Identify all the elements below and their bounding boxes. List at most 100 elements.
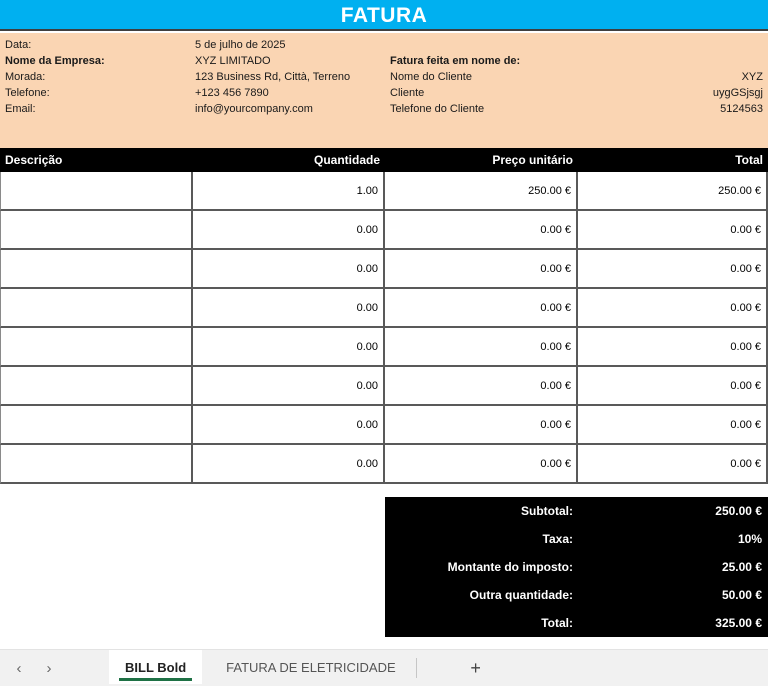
cell-total[interactable]: 0.00 €: [578, 406, 768, 445]
summary-row-subtotal: Subtotal: 250.00 €: [385, 497, 768, 525]
client-name-label: Nome do Cliente: [390, 71, 472, 83]
cell-total[interactable]: 0.00 €: [578, 289, 768, 328]
table-row: 0.00 0.00 € 0.00 €: [0, 445, 768, 484]
client-phone-label: Telefone do Cliente: [390, 103, 485, 115]
client-phone-value[interactable]: 5124563: [720, 101, 763, 117]
company-name-label: Nome da Empresa:: [5, 55, 105, 67]
cell-quantidade[interactable]: 0.00: [193, 406, 385, 445]
header-quantidade: Quantidade: [313, 153, 380, 167]
company-row-date: Data: 5 de julho de 2025: [5, 37, 385, 53]
client-row-name: Nome do Cliente XYZ: [390, 69, 763, 85]
cell-total[interactable]: 250.00 €: [578, 172, 768, 211]
date-value[interactable]: 5 de julho de 2025: [195, 37, 286, 53]
summary-row-tax-rate: Taxa: 10%: [385, 525, 768, 553]
company-info-block: Data: 5 de julho de 2025 Nome da Empresa…: [5, 37, 385, 117]
other-amount-label: Outra quantidade:: [469, 588, 573, 602]
sheet-tab-bar: ‹ › BILL Bold FATURA DE ELETRICIDADE +: [0, 649, 768, 686]
cell-quantidade[interactable]: 0.00: [193, 367, 385, 406]
subtotal-value[interactable]: 250.00 €: [578, 504, 768, 518]
cell-total[interactable]: 0.00 €: [578, 250, 768, 289]
invoice-title-band: FATURA: [0, 0, 768, 31]
cell-descricao[interactable]: [0, 250, 193, 289]
address-value[interactable]: 123 Business Rd, Città, Terreno: [195, 69, 350, 85]
client-value[interactable]: uygGSjsgj: [713, 85, 763, 101]
cell-preco-unitario[interactable]: 0.00 €: [385, 406, 578, 445]
header-descricao: Descrição: [5, 153, 63, 167]
company-row-phone: Telefone: +123 456 7890: [5, 85, 385, 101]
cell-preco-unitario[interactable]: 0.00 €: [385, 211, 578, 250]
client-info-block: Fatura feita em nome de: Nome do Cliente…: [390, 53, 763, 117]
client-row-phone: Telefone do Cliente 5124563: [390, 101, 763, 117]
cell-descricao[interactable]: [0, 445, 193, 484]
cell-descricao[interactable]: [0, 367, 193, 406]
phone-label: Telefone:: [5, 87, 50, 99]
add-sheet-button[interactable]: +: [459, 653, 493, 683]
invoice-title: FATURA: [340, 3, 428, 27]
cell-preco-unitario[interactable]: 0.00 €: [385, 367, 578, 406]
invoice-info-section: Data: 5 de julho de 2025 Nome da Empresa…: [0, 33, 768, 148]
cell-descricao[interactable]: [0, 211, 193, 250]
email-value[interactable]: info@yourcompany.com: [195, 101, 313, 117]
cell-preco-unitario[interactable]: 0.00 €: [385, 289, 578, 328]
client-label: Cliente: [390, 87, 425, 99]
table-row: 1.00 250.00 € 250.00 €: [0, 172, 768, 211]
phone-value[interactable]: +123 456 7890: [195, 85, 269, 101]
totals-summary-box: Subtotal: 250.00 € Taxa: 10% Montante do…: [385, 497, 768, 637]
company-name-value[interactable]: XYZ LIMITADO: [195, 53, 271, 69]
cell-preco-unitario[interactable]: 0.00 €: [385, 445, 578, 484]
tab-divider: [415, 658, 417, 678]
line-items-table: 1.00 250.00 € 250.00 € 0.00 0.00 € 0.00 …: [0, 172, 768, 484]
company-row-email: Email: info@yourcompany.com: [5, 101, 385, 117]
company-row-name: Nome da Empresa: XYZ LIMITADO: [5, 53, 385, 69]
prev-sheet-arrow-icon[interactable]: ‹: [4, 650, 34, 686]
next-sheet-arrow-icon[interactable]: ›: [34, 650, 64, 686]
cell-descricao[interactable]: [0, 289, 193, 328]
grand-total-label: Total:: [541, 616, 573, 630]
line-items-header: Descrição Quantidade Preço unitário Tota…: [0, 148, 768, 172]
cell-descricao[interactable]: [0, 328, 193, 367]
address-label: Morada:: [5, 71, 46, 83]
company-row-address: Morada: 123 Business Rd, Città, Terreno: [5, 69, 385, 85]
cell-descricao[interactable]: [0, 172, 193, 211]
cell-total[interactable]: 0.00 €: [578, 328, 768, 367]
tax-amount-label: Montante do imposto:: [447, 560, 573, 574]
summary-row-tax-amount: Montante do imposto: 25.00 €: [385, 553, 768, 581]
cell-preco-unitario[interactable]: 0.00 €: [385, 250, 578, 289]
cell-preco-unitario[interactable]: 250.00 €: [385, 172, 578, 211]
table-row: 0.00 0.00 € 0.00 €: [0, 406, 768, 445]
subtotal-label: Subtotal:: [521, 504, 573, 518]
table-row: 0.00 0.00 € 0.00 €: [0, 250, 768, 289]
invoice-sheet: FATURA Data: 5 de julho de 2025 Nome da …: [0, 0, 768, 686]
cell-quantidade[interactable]: 1.00: [193, 172, 385, 211]
client-row-client: Cliente uygGSjsgj: [390, 85, 763, 101]
cell-total[interactable]: 0.00 €: [578, 367, 768, 406]
header-preco-unitario: Preço unitário: [492, 153, 573, 167]
cell-quantidade[interactable]: 0.00: [193, 250, 385, 289]
billed-to-heading: Fatura feita em nome de:: [390, 55, 521, 67]
cell-descricao[interactable]: [0, 406, 193, 445]
client-name-value[interactable]: XYZ: [742, 69, 763, 85]
sheet-tab-fatura-de-eletricidade[interactable]: FATURA DE ELETRICIDADE: [210, 650, 412, 684]
cell-quantidade[interactable]: 0.00: [193, 289, 385, 328]
table-row: 0.00 0.00 € 0.00 €: [0, 211, 768, 250]
summary-row-total: Total: 325.00 €: [385, 609, 768, 637]
grand-total-value[interactable]: 325.00 €: [578, 616, 768, 630]
tax-rate-label: Taxa:: [542, 532, 573, 546]
tax-rate-value[interactable]: 10%: [578, 532, 768, 546]
table-row: 0.00 0.00 € 0.00 €: [0, 367, 768, 406]
cell-total[interactable]: 0.00 €: [578, 445, 768, 484]
sheet-tab-bill-bold[interactable]: BILL Bold: [109, 650, 203, 684]
tax-amount-value[interactable]: 25.00 €: [578, 560, 768, 574]
table-row: 0.00 0.00 € 0.00 €: [0, 328, 768, 367]
date-label: Data:: [5, 39, 32, 51]
email-label: Email:: [5, 103, 36, 115]
cell-quantidade[interactable]: 0.00: [193, 328, 385, 367]
cell-total[interactable]: 0.00 €: [578, 211, 768, 250]
header-total: Total: [735, 153, 763, 167]
cell-quantidade[interactable]: 0.00: [193, 445, 385, 484]
table-row: 0.00 0.00 € 0.00 €: [0, 289, 768, 328]
summary-row-other-amount: Outra quantidade: 50.00 €: [385, 581, 768, 609]
cell-preco-unitario[interactable]: 0.00 €: [385, 328, 578, 367]
other-amount-value[interactable]: 50.00 €: [578, 588, 768, 602]
cell-quantidade[interactable]: 0.00: [193, 211, 385, 250]
